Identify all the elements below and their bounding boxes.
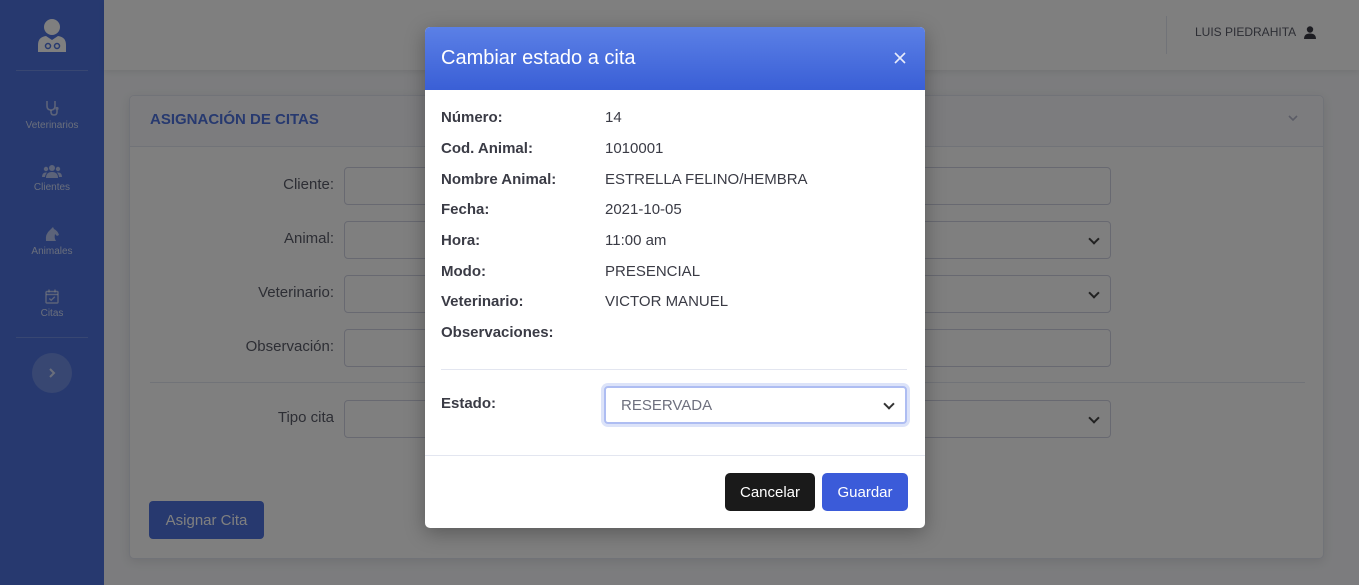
detail-value: ESTRELLA FELINO/HEMBRA — [605, 171, 808, 188]
estado-select[interactable]: RESERVADA — [604, 386, 907, 424]
detail-key: Nombre Animal: — [441, 171, 557, 188]
detail-key: Cod. Animal: — [441, 140, 533, 157]
detail-row-hora: Hora: 11:00 am — [441, 232, 911, 254]
cancel-button[interactable]: Cancelar — [725, 473, 815, 511]
detail-row-numero: Número: 14 — [441, 109, 911, 131]
detail-value: 11:00 am — [605, 232, 667, 249]
estado-selected-value: RESERVADA — [621, 397, 713, 414]
detail-value: PRESENCIAL — [605, 263, 701, 280]
modal-divider — [441, 369, 907, 370]
modal-footer-divider — [425, 455, 925, 456]
save-button[interactable]: Guardar — [822, 473, 908, 511]
modal-header: Cambiar estado a cita — [425, 27, 925, 90]
detail-row-nombre-animal: Nombre Animal: ESTRELLA FELINO/HEMBRA — [441, 171, 911, 193]
modal-title: Cambiar estado a cita — [441, 47, 636, 69]
close-icon[interactable] — [889, 47, 911, 69]
detail-value: VICTOR MANUEL — [605, 293, 729, 310]
detail-key: Fecha: — [441, 201, 490, 218]
detail-value: 1010001 — [605, 140, 664, 157]
detail-row-modo: Modo: PRESENCIAL — [441, 263, 911, 285]
detail-key: Modo: — [441, 263, 486, 280]
detail-value: 2021-10-05 — [605, 201, 682, 218]
detail-key: Observaciones: — [441, 324, 554, 341]
detail-value: 14 — [605, 109, 622, 126]
detail-row-veterinario: Veterinario: VICTOR MANUEL — [441, 293, 911, 315]
detail-key: Veterinario: — [441, 293, 524, 310]
detail-key: Hora: — [441, 232, 481, 249]
estado-label: Estado: — [441, 395, 497, 412]
detail-row-observaciones: Observaciones: — [441, 324, 911, 346]
change-status-modal: Cambiar estado a cita Número: 14 Cod. An… — [425, 27, 925, 528]
detail-row-cod-animal: Cod. Animal: 1010001 — [441, 140, 911, 162]
detail-row-fecha: Fecha: 2021-10-05 — [441, 201, 911, 223]
detail-key: Número: — [441, 109, 503, 126]
